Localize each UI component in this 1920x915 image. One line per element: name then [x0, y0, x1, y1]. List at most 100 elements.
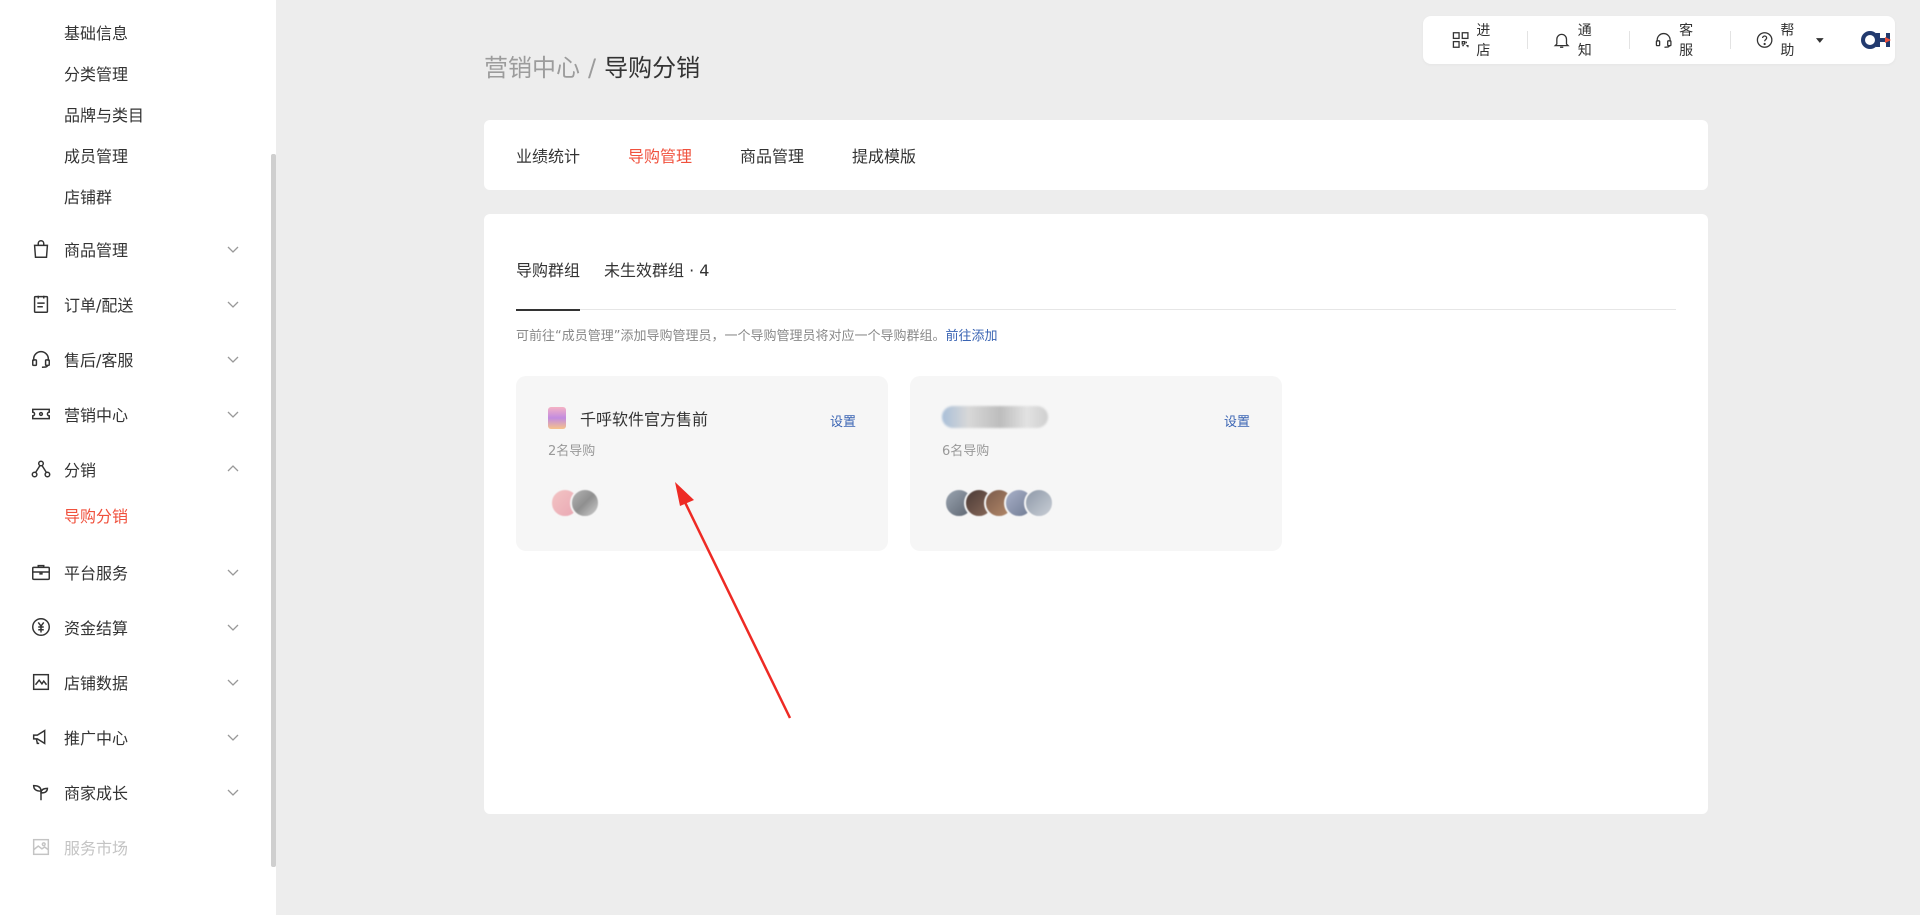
ticket-icon [30, 403, 52, 425]
sidebar-item-label: 商家成长 [64, 784, 129, 803]
avatar[interactable] [1861, 29, 1895, 51]
notification-label: 通知 [1577, 23, 1592, 59]
group-member-count: 6名导购 [942, 444, 990, 459]
member-avatars [550, 488, 600, 518]
shopping-bag-icon [30, 238, 52, 260]
caret-down-icon [1816, 38, 1825, 43]
enter-store-button[interactable]: 进店 [1451, 20, 1503, 60]
share-nodes-icon [30, 458, 52, 480]
top-toolbar: 进店 通知 客服 帮助 [1423, 16, 1895, 64]
chevron-down-icon [227, 301, 239, 308]
sidebar-item-label: 店铺数据 [64, 674, 129, 693]
sidebar-item-label: 资金结算 [64, 619, 129, 638]
sidebar-item-store-data[interactable]: 店铺数据 [30, 667, 240, 697]
help-label: 帮助 [1780, 23, 1795, 59]
sidebar-item-category[interactable]: 分类管理 [64, 65, 128, 85]
yen-circle-icon [30, 616, 52, 638]
sidebar-item-guide-distribution[interactable]: 导购分销 [64, 507, 128, 527]
help-circle-icon [1756, 32, 1773, 48]
tab-product-management[interactable]: 商品管理 [740, 143, 804, 167]
divider [1527, 31, 1529, 49]
sidebar-item-aftersale[interactable]: 售后/客服 [30, 344, 240, 374]
tab-guide-management[interactable]: 导购管理 [628, 143, 692, 167]
sidebar-item-label: 推广中心 [64, 729, 129, 748]
sidebar-item-label: 平台服务 [64, 564, 129, 583]
qr-code-icon [1452, 32, 1469, 48]
group-settings-link[interactable]: 设置 [830, 411, 856, 430]
tab-performance[interactable]: 业绩统计 [516, 143, 580, 167]
group-card[interactable]: 千呼软件官方售前 设置 2名导购 [516, 376, 888, 551]
headset-icon [30, 348, 52, 370]
chevron-down-icon [227, 246, 239, 253]
notification-button[interactable]: 通知 [1552, 20, 1604, 60]
breadcrumb-separator: / [588, 54, 597, 82]
chart-line-icon [30, 671, 52, 693]
hint-message: 可前往“成员管理”添加导购管理员，一个导购管理员将对应一个导购群组。 [516, 329, 946, 344]
sidebar-item-service-market[interactable]: 服务市场 [30, 832, 240, 862]
enter-store-label: 进店 [1476, 23, 1491, 59]
group-title [942, 406, 1048, 428]
sidebar-item-merchant-growth[interactable]: 商家成长 [30, 777, 240, 807]
customer-service-label: 客服 [1679, 23, 1694, 59]
sidebar-item-label: 营销中心 [64, 406, 129, 425]
group-avatar [548, 407, 566, 429]
image-grid-icon [30, 836, 52, 858]
avatar [570, 488, 600, 518]
divider [1730, 31, 1732, 49]
sidebar-item-distribution[interactable]: 分销 [30, 454, 240, 484]
group-name-blurred [942, 406, 1048, 428]
sidebar-item-label: 商品管理 [64, 241, 129, 260]
tab-guide-groups[interactable]: 导购群组 [516, 260, 581, 311]
chevron-down-icon [227, 734, 239, 741]
headset-icon [1655, 32, 1672, 48]
sidebar-item-marketing[interactable]: 营销中心 [30, 399, 240, 429]
sidebar-item-members[interactable]: 成员管理 [64, 147, 128, 167]
main-tabs: 业绩统计 导购管理 商品管理 提成模版 [484, 120, 1708, 190]
group-card[interactable]: 设置 6名导购 [910, 376, 1282, 551]
chevron-down-icon [227, 411, 239, 418]
customer-service-button[interactable]: 客服 [1654, 20, 1706, 60]
member-avatars [944, 488, 1054, 518]
sidebar-item-label: 订单/配送 [64, 296, 134, 315]
brand-logo-icon [1861, 31, 1891, 49]
hint-text: 可前往“成员管理”添加导购管理员，一个导购管理员将对应一个导购群组。前往添加 [516, 325, 998, 344]
chevron-down-icon [227, 624, 239, 631]
sidebar-scrollbar[interactable] [271, 154, 276, 867]
megaphone-icon [30, 726, 52, 748]
avatar [1024, 488, 1054, 518]
breadcrumb: 营销中心 / 导购分销 [484, 52, 700, 84]
divider [1628, 31, 1630, 49]
add-link[interactable]: 前往添加 [945, 329, 997, 344]
sidebar-item-settlement[interactable]: 资金结算 [30, 612, 240, 642]
group-panel: 导购群组 未生效群组 · 4 可前往“成员管理”添加导购管理员，一个导购管理员将… [484, 214, 1708, 814]
briefcase-icon [30, 561, 52, 583]
chevron-up-icon [227, 465, 239, 472]
sidebar-item-promotion[interactable]: 推广中心 [30, 722, 240, 752]
chevron-down-icon [227, 356, 239, 363]
breadcrumb-parent[interactable]: 营销中心 [484, 54, 580, 82]
group-settings-link[interactable]: 设置 [1224, 411, 1250, 430]
clipboard-icon [30, 293, 52, 315]
sidebar-item-brand[interactable]: 品牌与类目 [64, 106, 144, 126]
group-subtabs: 导购群组 未生效群组 · 4 [516, 260, 1676, 311]
sidebar-item-products[interactable]: 商品管理 [30, 234, 240, 264]
group-name: 千呼软件官方售前 [580, 410, 709, 429]
sidebar-item-store-group[interactable]: 店铺群 [64, 188, 112, 208]
sidebar-item-label: 分销 [64, 461, 97, 480]
chevron-down-icon [227, 679, 239, 686]
sidebar-item-platform-service[interactable]: 平台服务 [30, 557, 240, 587]
tab-commission-template[interactable]: 提成模版 [852, 143, 916, 167]
sidebar-item-orders[interactable]: 订单/配送 [30, 289, 240, 319]
sidebar-item-label: 售后/客服 [64, 351, 134, 370]
sidebar: 基础信息 分类管理 品牌与类目 成员管理 店铺群 商品管理 订单/配送 售后/客… [0, 0, 276, 915]
group-title: 千呼软件官方售前 [548, 406, 708, 430]
bell-icon [1554, 33, 1571, 48]
chevron-down-icon [227, 569, 239, 576]
sidebar-item-basic-info[interactable]: 基础信息 [64, 24, 128, 44]
group-member-count: 2名导购 [548, 444, 596, 459]
tab-inactive-groups[interactable]: 未生效群组 · 4 [604, 260, 709, 310]
sprout-icon [30, 781, 52, 803]
help-dropdown[interactable]: 帮助 [1755, 20, 1825, 60]
sidebar-item-label: 服务市场 [64, 839, 129, 858]
page-title: 导购分销 [604, 54, 701, 82]
